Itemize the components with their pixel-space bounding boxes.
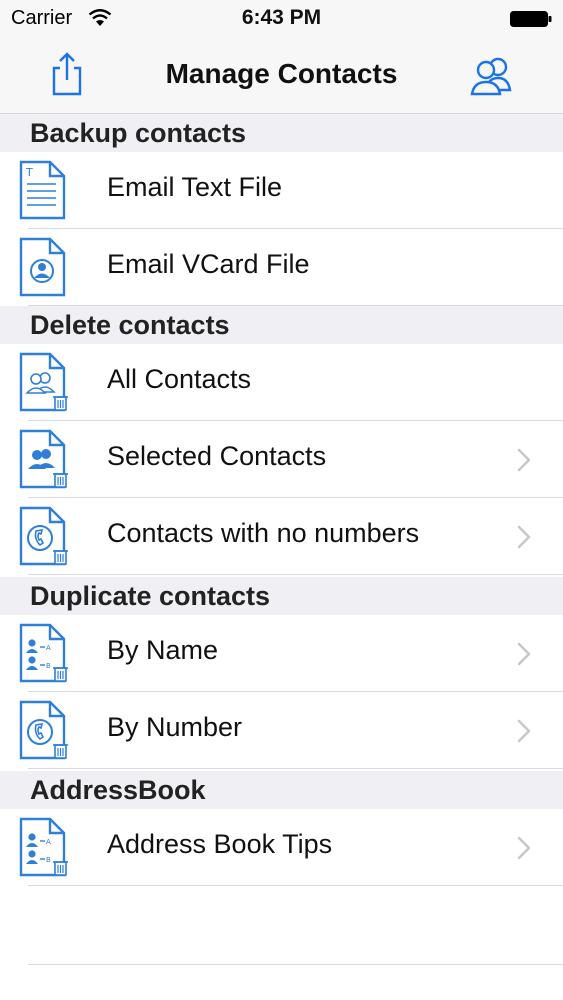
row-email-text-file[interactable]: T Email Text File [0, 152, 563, 229]
row-divider [28, 885, 563, 886]
section-header-delete: Delete contacts [0, 306, 563, 344]
duplicate-by-number-icon [19, 700, 69, 760]
row-label: By Name [107, 635, 219, 665]
row-contacts-no-numbers[interactable]: Contacts with no numbers [0, 498, 563, 575]
chevron-right-icon [517, 836, 531, 860]
row-selected-contacts[interactable]: Selected Contacts [0, 421, 563, 498]
battery-icon [510, 11, 552, 27]
duplicate-by-name-icon [19, 623, 69, 683]
section-title: Backup contacts [30, 118, 247, 148]
navigation-bar: Manage Contacts [0, 38, 563, 114]
row-label: All Contacts [107, 364, 252, 394]
section-title: Duplicate contacts [30, 581, 271, 611]
row-divider [28, 768, 563, 769]
row-label: Address Book Tips [107, 829, 333, 859]
chevron-right-icon [517, 525, 531, 549]
section-title: Delete contacts [30, 310, 230, 340]
row-label: Selected Contacts [107, 441, 327, 471]
svg-text:T: T [25, 166, 33, 179]
delete-selected-contacts-icon [19, 429, 69, 489]
row-label: Email VCard File [107, 249, 310, 279]
row-address-book-tips[interactable]: Address Book Tips [0, 809, 563, 886]
contacts-icon[interactable] [466, 54, 518, 96]
row-label: Contacts with no numbers [107, 518, 420, 548]
section-header-addressbook: AddressBook [0, 771, 563, 809]
vcard-file-icon [19, 237, 66, 297]
row-by-name[interactable]: By Name [0, 615, 563, 692]
section-header-backup: Backup contacts [0, 114, 563, 152]
delete-all-contacts-icon [19, 352, 69, 412]
address-book-tips-icon [19, 817, 69, 877]
section-header-duplicate: Duplicate contacts [0, 577, 563, 615]
text-file-icon: T [19, 160, 66, 220]
clock: 6:43 PM [241, 6, 322, 29]
empty-row-divider [28, 964, 563, 965]
chevron-right-icon [517, 642, 531, 666]
chevron-right-icon [517, 719, 531, 743]
row-all-contacts[interactable]: All Contacts [0, 344, 563, 421]
chevron-right-icon [517, 448, 531, 472]
delete-no-number-icon [19, 506, 69, 566]
row-by-number[interactable]: By Number [0, 692, 563, 769]
row-label: Email Text File [107, 172, 283, 202]
status-bar: Carrier 6:43 PM [0, 0, 563, 38]
row-label: By Number [107, 712, 243, 742]
row-divider [28, 574, 563, 575]
row-email-vcard-file[interactable]: Email VCard File [0, 229, 563, 306]
section-title: AddressBook [30, 775, 206, 805]
